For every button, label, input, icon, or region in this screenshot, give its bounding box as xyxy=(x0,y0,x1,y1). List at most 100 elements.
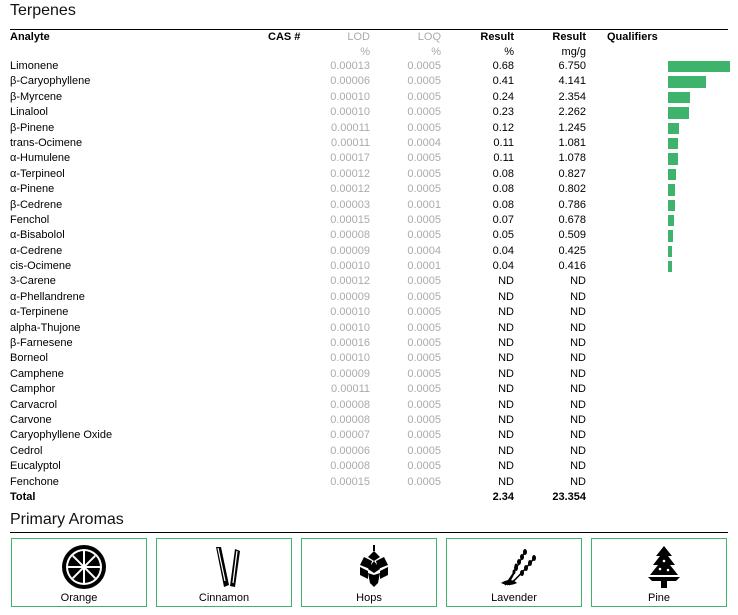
result-mg-value: 1.081 xyxy=(558,136,586,149)
terpene-table: Limonene 0.00013 0.0005 0.68 6.750 β-Caryophy… xyxy=(0,59,738,505)
loq-value: 0.0005 xyxy=(407,337,441,350)
aroma-label-cinnamon: Cinnamon xyxy=(198,592,250,604)
hops-icon xyxy=(360,545,388,587)
table-row: Limonene 0.00013 0.0005 0.68 6.750 xyxy=(0,59,738,74)
result-mg-value: 2.262 xyxy=(558,106,586,119)
result-pct-value: 0.08 xyxy=(492,198,514,211)
lod-value: 0.00006 xyxy=(330,75,370,88)
qualifier-bar xyxy=(668,76,706,88)
col-header-analyte: Analyte xyxy=(10,31,50,43)
qualifier-bar xyxy=(668,91,690,104)
col-header-qualifiers: Qualifiers xyxy=(607,31,658,43)
table-row: cis-Ocimene 0.00010 0.0001 0.04 0.416 xyxy=(0,259,738,274)
table-row: 3-Carene 0.00012 0.0005 ND ND xyxy=(0,274,738,289)
qualifier-bar xyxy=(668,168,676,181)
col-header-cas: CAS # xyxy=(268,31,301,43)
result-pct-value: ND xyxy=(498,275,514,288)
loq-value: 0.0005 xyxy=(407,398,441,411)
table-row: β-Pinene 0.00011 0.0005 0.12 1.245 xyxy=(0,121,738,136)
analyte-name: trans-Ocimene xyxy=(10,136,83,149)
loq-value: 0.0005 xyxy=(407,90,441,103)
result-pct-value: 0.07 xyxy=(492,213,514,226)
result-pct-value: ND xyxy=(498,429,514,442)
loq-value: 0.0005 xyxy=(407,75,441,88)
lod-value: 0.00010 xyxy=(330,352,370,365)
result-pct-value: 0.11 xyxy=(493,152,514,165)
lod-value: 0.00003 xyxy=(330,198,370,211)
table-row: Camphor 0.00011 0.0005 ND ND xyxy=(0,382,738,397)
col-header-lod: LOD xyxy=(347,31,370,43)
result-pct-value: 0.04 xyxy=(492,260,514,273)
section-title-aromas: Primary Aromas xyxy=(10,511,124,528)
result-pct-value: ND xyxy=(498,460,514,473)
lod-value: 0.00011 xyxy=(331,383,370,396)
loq-value: 0.0005 xyxy=(407,429,441,442)
result-mg-value: ND xyxy=(570,460,586,473)
result-pct-value: ND xyxy=(498,352,514,365)
analyte-name: Fenchone xyxy=(10,475,59,488)
analyte-name: Linalool xyxy=(10,106,48,119)
lod-value: 0.00017 xyxy=(330,152,370,165)
cinnamon-icon xyxy=(216,547,240,587)
lod-value: 0.00012 xyxy=(330,275,370,288)
loq-value: 0.0005 xyxy=(407,229,441,242)
lod-value: 0.00010 xyxy=(330,321,370,334)
qualifier-bar xyxy=(668,137,678,150)
table-row: Camphene 0.00009 0.0005 ND ND xyxy=(0,367,738,382)
table-row: Cedrol 0.00006 0.0005 ND ND xyxy=(0,444,738,459)
aroma-label-pine: Pine xyxy=(647,592,671,604)
loq-value: 0.0005 xyxy=(407,367,441,380)
loq-value: 0.0005 xyxy=(407,321,441,334)
analyte-name: α-Humulene xyxy=(10,152,71,165)
aroma-card-pine: Pine xyxy=(591,538,727,607)
lod-value: 0.00007 xyxy=(330,429,370,442)
qualifier-bar xyxy=(668,261,672,273)
lod-value: 0.00006 xyxy=(330,444,370,457)
result-mg-value: ND xyxy=(570,413,586,426)
result-pct-value: 0.41 xyxy=(492,75,514,88)
table-row: α-Cedrene 0.00009 0.0004 0.04 0.425 xyxy=(0,244,738,259)
loq-value: 0.0005 xyxy=(407,383,441,396)
result-mg-value: ND xyxy=(570,398,586,411)
result-mg-value: 2.354 xyxy=(558,90,586,103)
qualifier-bar xyxy=(668,122,680,134)
table-row: β-Cedrene 0.00003 0.0001 0.08 0.786 xyxy=(0,198,738,213)
lod-value: 0.00008 xyxy=(330,398,370,411)
loq-value: 0.0005 xyxy=(407,152,441,165)
lod-value: 0.00011 xyxy=(331,121,370,134)
table-row: alpha-Thujone 0.00010 0.0005 ND ND xyxy=(0,321,738,336)
lod-value: 0.00010 xyxy=(330,90,370,103)
lod-value: 0.00012 xyxy=(330,167,370,180)
loq-value: 0.0005 xyxy=(407,290,441,303)
qualifier-bar xyxy=(668,107,689,119)
result-mg-value: ND xyxy=(570,429,586,442)
result-pct-value: 0.12 xyxy=(492,121,514,134)
table-row: trans-Ocimene 0.00011 0.0004 0.11 1.081 xyxy=(0,136,738,151)
lod-value: 0.00009 xyxy=(330,244,370,257)
qualifier-bar xyxy=(668,199,676,211)
analyte-name: alpha-Thujone xyxy=(10,321,81,334)
pine-icon xyxy=(648,546,680,588)
result-pct-value: ND xyxy=(498,321,514,334)
lod-value: 0.00016 xyxy=(330,337,370,350)
lod-value: 0.00013 xyxy=(330,60,370,72)
loq-value: 0.0005 xyxy=(407,213,441,226)
result-mg-value: 6.750 xyxy=(558,60,586,72)
result-mg-value: ND xyxy=(570,321,586,334)
lod-value: 0.00010 xyxy=(330,306,370,319)
table-row: Caryophyllene Oxide 0.00007 0.0005 ND ND xyxy=(0,428,738,443)
result-pct-value: 0.05 xyxy=(492,229,514,242)
unit-loq: % xyxy=(431,46,441,58)
lod-value: 0.00008 xyxy=(330,413,370,426)
result-mg-value: ND xyxy=(570,383,586,396)
table-row: α-Pinene 0.00012 0.0005 0.08 0.802 xyxy=(0,182,738,197)
table-row: α-Phellandrene 0.00009 0.0005 ND ND xyxy=(0,290,738,305)
result-mg-value: 0.509 xyxy=(558,229,586,242)
analyte-name: Eucalyptol xyxy=(10,460,61,473)
analyte-name: Carvacrol xyxy=(10,398,58,411)
result-pct-value: ND xyxy=(498,413,514,426)
loq-value: 0.0005 xyxy=(407,460,441,473)
table-row: Fenchol 0.00015 0.0005 0.07 0.678 xyxy=(0,213,738,228)
lavender-icon xyxy=(501,549,536,586)
analyte-name: Cedrol xyxy=(10,444,43,457)
